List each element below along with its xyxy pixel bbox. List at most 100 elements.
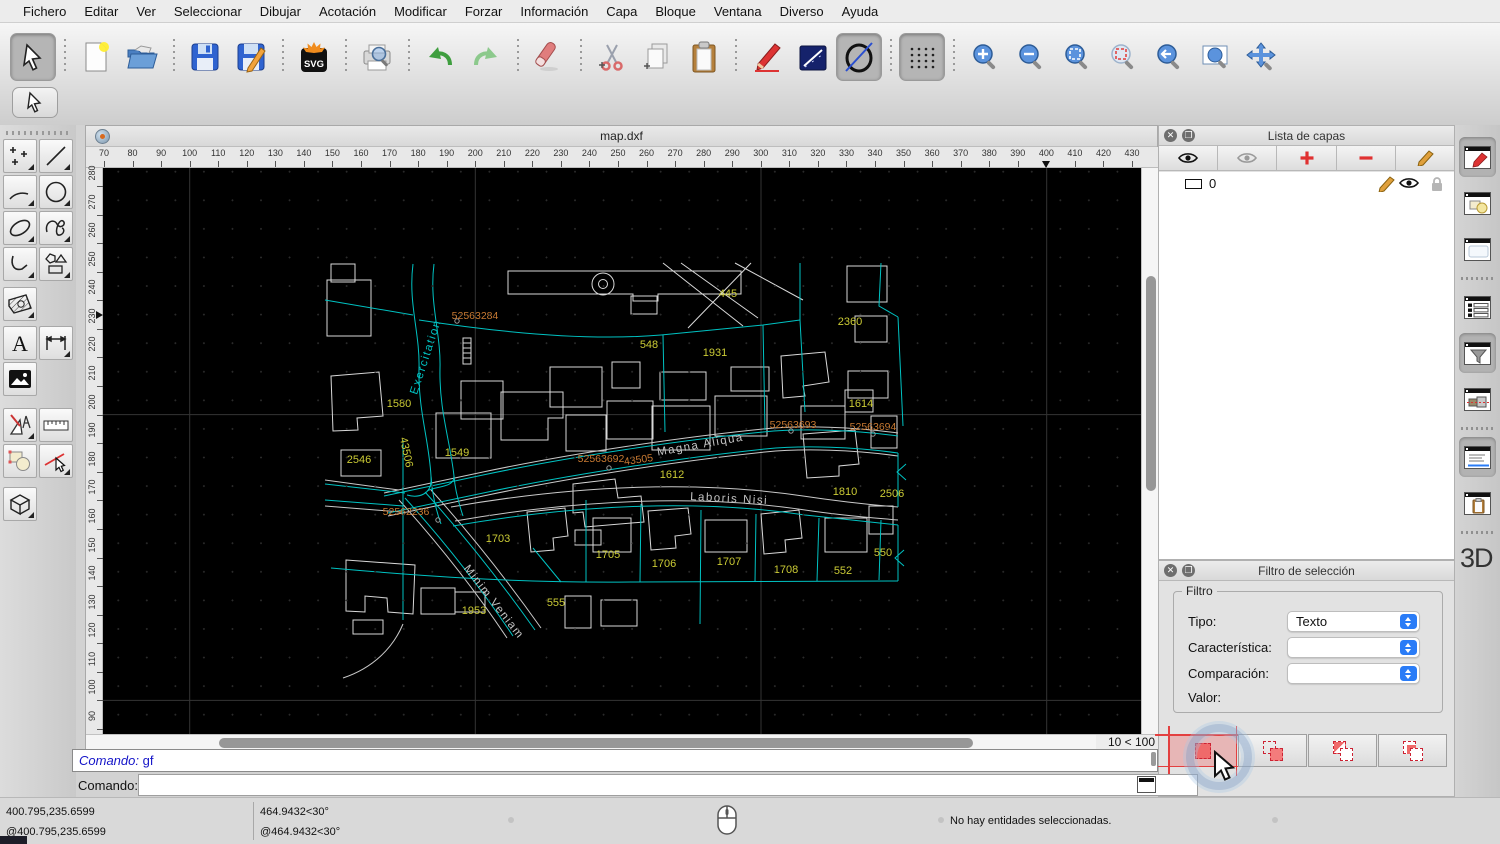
menu-item-bloque[interactable]: Bloque	[646, 4, 704, 19]
3d-mode-label[interactable]: 3D	[1460, 543, 1494, 574]
zoom-window-button[interactable]	[1192, 33, 1238, 81]
layer-row[interactable]: 0	[1159, 172, 1454, 196]
menu-item-acotación[interactable]: Acotación	[310, 4, 385, 19]
cut-button[interactable]	[589, 33, 635, 81]
tool-arc-button[interactable]	[3, 175, 37, 209]
eraser-button[interactable]	[526, 33, 572, 81]
copy-button[interactable]	[635, 33, 681, 81]
remove-layer-button[interactable]	[1336, 146, 1396, 170]
filter-remove-selection-button[interactable]	[1308, 734, 1377, 767]
tool-text-button[interactable]: A	[3, 326, 37, 360]
edit-pen-button[interactable]	[744, 33, 790, 81]
command-window-button[interactable]	[1459, 437, 1496, 477]
zoom-selection-button[interactable]	[1100, 33, 1146, 81]
tool-dimension-button[interactable]	[39, 326, 73, 360]
undock-icon[interactable]: ❐	[1182, 129, 1195, 142]
menu-item-dibujar[interactable]: Dibujar	[251, 4, 310, 19]
polyline-icon	[11, 255, 28, 271]
blank-window-button[interactable]	[1459, 229, 1496, 269]
redo-button[interactable]	[463, 33, 509, 81]
canvas-vertical-scrollbar[interactable]	[1141, 168, 1159, 734]
canvas-horizontal-scrollbar[interactable]	[86, 734, 1096, 750]
command-keyboard-toggle-icon[interactable]	[1137, 776, 1156, 793]
tool-circle-button[interactable]	[39, 175, 73, 209]
layer-lock-icon[interactable]	[1430, 176, 1444, 192]
menu-item-forzar[interactable]: Forzar	[456, 4, 512, 19]
edit-layer-button[interactable]	[1395, 146, 1455, 170]
line-tool-button[interactable]	[790, 33, 836, 81]
selection-filter-window-button[interactable]	[1459, 333, 1496, 373]
tool-3d-box-button[interactable]	[3, 487, 37, 521]
command-history-scrollbar[interactable]	[1151, 752, 1156, 766]
tool-draft-button[interactable]	[3, 408, 37, 442]
tool-polygons-button[interactable]	[39, 247, 73, 281]
zoom-in-button[interactable]	[962, 33, 1008, 81]
shapes-window-button[interactable]	[1459, 183, 1496, 223]
menu-item-diverso[interactable]: Diverso	[771, 4, 833, 19]
tool-image-button[interactable]	[3, 362, 37, 396]
menu-item-información[interactable]: Información	[511, 4, 597, 19]
tool-line-button[interactable]	[39, 139, 73, 173]
drawing-window-titlebar[interactable]: map.dxf	[86, 126, 1157, 147]
zoom-previous-button[interactable]	[1146, 33, 1192, 81]
filter-intersect-selection-button[interactable]	[1378, 734, 1447, 767]
type-select[interactable]: Texto	[1287, 611, 1420, 632]
tool-measure-button[interactable]	[39, 408, 73, 442]
pen-toolbar-window-button[interactable]	[1459, 137, 1496, 177]
menu-item-ver[interactable]: Ver	[127, 4, 165, 19]
tool-select-entities-button[interactable]	[3, 444, 37, 478]
tool-modify-line-button[interactable]	[39, 444, 73, 478]
save-button[interactable]	[182, 33, 228, 81]
menu-item-seleccionar[interactable]: Seleccionar	[165, 4, 251, 19]
status-bar: 400.795,235.6599 @400.795,235.6599 464.9…	[0, 797, 1500, 844]
menu-item-modificar[interactable]: Modificar	[385, 4, 456, 19]
command-input[interactable]	[138, 774, 1198, 796]
eye-closed-icon	[1237, 153, 1258, 163]
show-all-layers-button[interactable]	[1159, 146, 1219, 170]
drawing-canvas[interactable]: 4452360548193115801614154925461612181025…	[103, 168, 1141, 734]
menu-item-fichero[interactable]: Fichero	[14, 4, 75, 19]
layer-edit-pencil-icon[interactable]	[1376, 176, 1396, 192]
menu-item-editar[interactable]: Editar	[75, 4, 127, 19]
save-as-button[interactable]	[228, 33, 274, 81]
undock-icon[interactable]: ❐	[1182, 564, 1195, 577]
open-file-button[interactable]	[119, 33, 165, 81]
menu-item-ventana[interactable]: Ventana	[705, 4, 771, 19]
tool-points-button[interactable]	[3, 139, 37, 173]
grid-toggle-button[interactable]	[899, 33, 945, 81]
tool-spline-button[interactable]	[39, 211, 73, 245]
tool-polyline-button[interactable]	[3, 247, 37, 281]
zoom-pan-button[interactable]	[1238, 33, 1284, 81]
print-preview-button[interactable]	[354, 33, 400, 81]
undo-button[interactable]	[417, 33, 463, 81]
clipboard-window-button[interactable]	[1459, 483, 1496, 523]
layer-list-window-button[interactable]	[1459, 287, 1496, 327]
vscroll-thumb[interactable]	[1146, 276, 1156, 491]
circle-slash-tool-button[interactable]	[836, 33, 882, 81]
add-layer-button[interactable]	[1277, 146, 1337, 170]
palette-drag-handle[interactable]	[6, 131, 68, 135]
pen-settings-window-button[interactable]	[1459, 379, 1496, 419]
characteristic-select[interactable]	[1287, 637, 1420, 658]
select-cursor-secondary-button[interactable]	[12, 87, 58, 118]
zoom-auto-button[interactable]	[1054, 33, 1100, 81]
layer-visible-eye-icon[interactable]	[1398, 176, 1420, 191]
new-document-button[interactable]	[73, 33, 119, 81]
layer-color-swatch[interactable]	[1185, 179, 1202, 189]
zoom-out-button[interactable]	[1008, 33, 1054, 81]
command-history[interactable]: Comando: gf	[72, 749, 1158, 772]
close-icon[interactable]: ✕	[1164, 564, 1177, 577]
tool-hatch-button[interactable]	[3, 287, 37, 321]
tool-ellipse-button[interactable]	[3, 211, 37, 245]
right-dock-toolbar: 3D	[1455, 125, 1500, 797]
ruler-tick	[932, 161, 934, 167]
svg-export-button[interactable]: SVG	[291, 33, 337, 81]
hscroll-thumb[interactable]	[219, 738, 973, 748]
close-icon[interactable]: ✕	[1164, 129, 1177, 142]
menu-item-ayuda[interactable]: Ayuda	[833, 4, 888, 19]
comparison-select[interactable]	[1287, 663, 1420, 684]
paste-button[interactable]	[681, 33, 727, 81]
hide-all-layers-button[interactable]	[1218, 146, 1278, 170]
menu-item-capa[interactable]: Capa	[597, 4, 646, 19]
select-cursor-button[interactable]	[10, 33, 56, 81]
